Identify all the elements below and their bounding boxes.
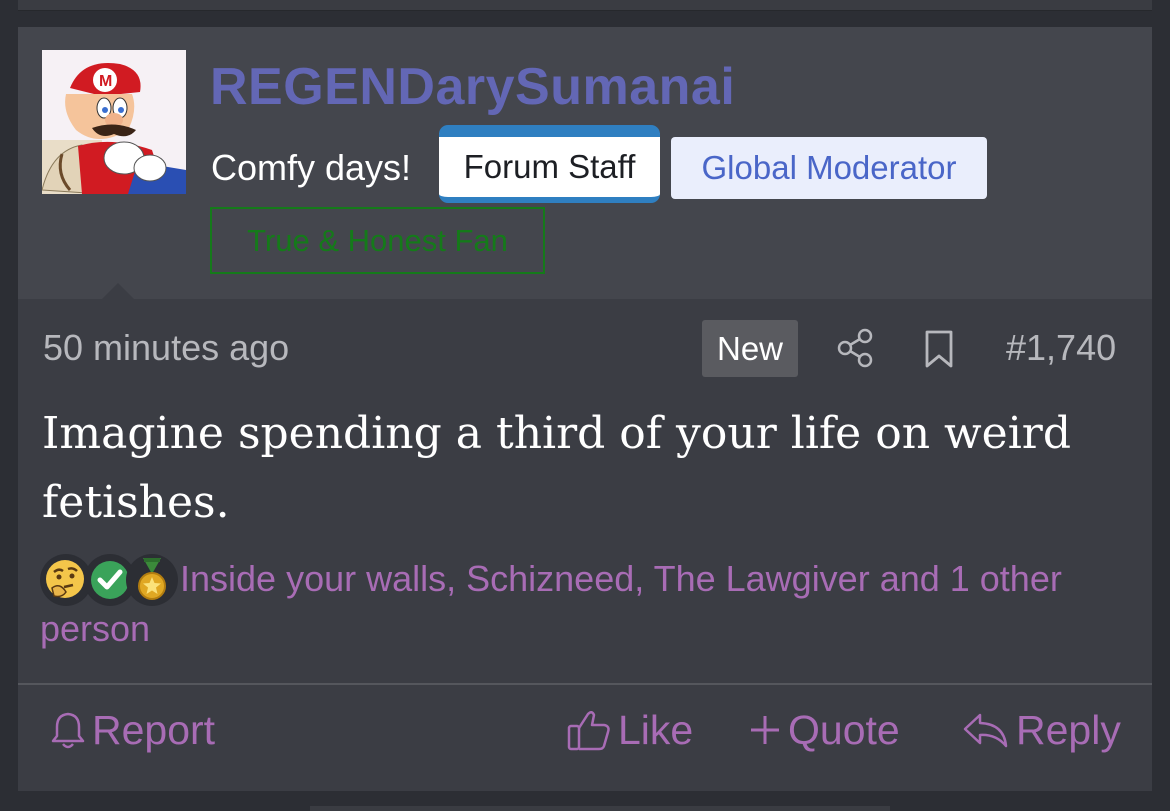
thumbs-up-icon bbox=[567, 711, 610, 751]
mario-avatar-icon: M bbox=[42, 50, 186, 194]
reactions-bar[interactable]: Inside your walls, Schizneed, The Lawgiv… bbox=[40, 554, 1130, 654]
share-icon[interactable] bbox=[836, 328, 874, 368]
post-message: Imagine spending a third of your life on… bbox=[42, 408, 1071, 528]
new-indicator: New bbox=[702, 320, 798, 377]
previous-post-edge bbox=[18, 0, 1152, 11]
reply-button[interactable]: Reply bbox=[962, 702, 1121, 758]
bookmark-icon[interactable] bbox=[923, 329, 955, 369]
like-label: Like bbox=[618, 706, 694, 753]
svg-text:M: M bbox=[99, 73, 112, 90]
user-info-block: M REGENDarySumanai Comfy days! Forum Sta… bbox=[18, 27, 1152, 299]
reply-arrow-icon bbox=[963, 713, 1008, 748]
true-honest-fan-badge: True & Honest Fan bbox=[210, 207, 545, 274]
medal-icon bbox=[126, 554, 178, 606]
post-number-link[interactable]: #1,740 bbox=[1006, 327, 1116, 369]
reactions-text[interactable]: Inside your walls, Schizneed, The Lawgiv… bbox=[40, 558, 1062, 649]
quote-label: Quote bbox=[788, 706, 900, 753]
quote-button[interactable]: Quote bbox=[748, 702, 900, 758]
plus-icon bbox=[751, 716, 779, 744]
reaction-icons[interactable] bbox=[40, 554, 180, 606]
post-timestamp[interactable]: 50 minutes ago bbox=[43, 327, 289, 369]
global-moderator-badge: Global Moderator bbox=[671, 137, 987, 199]
bell-icon bbox=[51, 712, 85, 749]
user-block-caret bbox=[102, 283, 134, 299]
forum-post: M REGENDarySumanai Comfy days! Forum Sta… bbox=[18, 27, 1152, 791]
like-button[interactable]: Like bbox=[566, 702, 693, 758]
avatar[interactable]: M bbox=[42, 50, 186, 194]
next-post-edge bbox=[310, 806, 890, 811]
report-label: Report bbox=[92, 706, 216, 753]
reply-label: Reply bbox=[1016, 706, 1121, 753]
user-title: Comfy days! bbox=[211, 147, 412, 188]
forum-staff-badge: Forum Staff bbox=[439, 125, 660, 203]
footer-divider bbox=[18, 683, 1152, 685]
report-button[interactable]: Report bbox=[50, 702, 215, 758]
username-link[interactable]: REGENDarySumanai bbox=[210, 57, 735, 117]
